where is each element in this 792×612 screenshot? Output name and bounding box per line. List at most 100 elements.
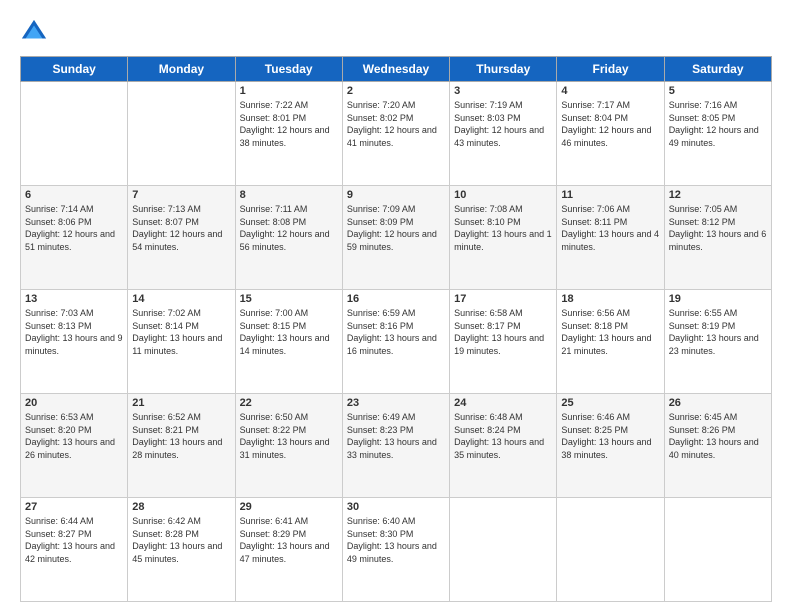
calendar-cell: 20 Sunrise: 6:53 AMSunset: 8:20 PMDayligh…: [21, 394, 128, 498]
day-number: 2: [347, 85, 445, 97]
day-info: Sunrise: 6:50 AMSunset: 8:22 PMDaylight:…: [240, 411, 338, 461]
calendar-cell: [450, 498, 557, 602]
day-info: Sunrise: 6:41 AMSunset: 8:29 PMDaylight:…: [240, 515, 338, 565]
day-info: Sunrise: 7:14 AMSunset: 8:06 PMDaylight:…: [25, 203, 123, 253]
calendar-cell: 21 Sunrise: 6:52 AMSunset: 8:21 PMDayligh…: [128, 394, 235, 498]
day-number: 13: [25, 293, 123, 305]
day-info: Sunrise: 7:16 AMSunset: 8:05 PMDaylight:…: [669, 99, 767, 149]
day-number: 17: [454, 293, 552, 305]
day-info: Sunrise: 7:20 AMSunset: 8:02 PMDaylight:…: [347, 99, 445, 149]
calendar-cell: 11 Sunrise: 7:06 AMSunset: 8:11 PMDayligh…: [557, 186, 664, 290]
day-number: 27: [25, 501, 123, 513]
calendar-cell: 25 Sunrise: 6:46 AMSunset: 8:25 PMDayligh…: [557, 394, 664, 498]
day-info: Sunrise: 6:52 AMSunset: 8:21 PMDaylight:…: [132, 411, 230, 461]
calendar-cell: 23 Sunrise: 6:49 AMSunset: 8:23 PMDayligh…: [342, 394, 449, 498]
day-info: Sunrise: 7:22 AMSunset: 8:01 PMDaylight:…: [240, 99, 338, 149]
calendar-cell: 12 Sunrise: 7:05 AMSunset: 8:12 PMDayligh…: [664, 186, 771, 290]
week-row: 6Sunrise: 7:14 AMSunset: 8:06 PMDaylight…: [21, 186, 772, 290]
page: SundayMondayTuesdayWednesdayThursdayFrid…: [0, 0, 792, 612]
day-header: Tuesday: [235, 57, 342, 82]
day-number: 28: [132, 501, 230, 513]
day-info: Sunrise: 7:03 AMSunset: 8:13 PMDaylight:…: [25, 307, 123, 357]
day-info: Sunrise: 6:56 AMSunset: 8:18 PMDaylight:…: [561, 307, 659, 357]
day-number: 24: [454, 397, 552, 409]
day-number: 25: [561, 397, 659, 409]
week-row: 13 Sunrise: 7:03 AMSunset: 8:13 PMDayligh…: [21, 290, 772, 394]
day-number: 23: [347, 397, 445, 409]
day-info: Sunrise: 7:13 AMSunset: 8:07 PMDaylight:…: [132, 203, 230, 253]
day-header: Saturday: [664, 57, 771, 82]
calendar-cell: [21, 82, 128, 186]
day-info: Sunrise: 7:00 AMSunset: 8:15 PMDaylight:…: [240, 307, 338, 357]
calendar-cell: 7 Sunrise: 7:13 AMSunset: 8:07 PMDaylight…: [128, 186, 235, 290]
day-info: Sunrise: 7:17 AMSunset: 8:04 PMDaylight:…: [561, 99, 659, 149]
calendar-cell: [664, 498, 771, 602]
day-info: Sunrise: 6:42 AMSunset: 8:28 PMDaylight:…: [132, 515, 230, 565]
day-number: 4: [561, 85, 659, 97]
day-number: 26: [669, 397, 767, 409]
calendar-cell: 19Sunrise: 6:55 AMSunset: 8:19 PMDayligh…: [664, 290, 771, 394]
calendar-cell: 15 Sunrise: 7:00 AMSunset: 8:15 PMDayligh…: [235, 290, 342, 394]
day-number: 22: [240, 397, 338, 409]
week-row: 1 Sunrise: 7:22 AMSunset: 8:01 PMDaylight…: [21, 82, 772, 186]
day-info: Sunrise: 6:49 AMSunset: 8:23 PMDaylight:…: [347, 411, 445, 461]
calendar-cell: [128, 82, 235, 186]
calendar-cell: 17 Sunrise: 6:58 AMSunset: 8:17 PMDayligh…: [450, 290, 557, 394]
calendar-cell: 5 Sunrise: 7:16 AMSunset: 8:05 PMDaylight…: [664, 82, 771, 186]
day-info: Sunrise: 7:02 AMSunset: 8:14 PMDaylight:…: [132, 307, 230, 357]
calendar-cell: 4 Sunrise: 7:17 AMSunset: 8:04 PMDaylight…: [557, 82, 664, 186]
day-number: 7: [132, 189, 230, 201]
day-number: 10: [454, 189, 552, 201]
day-number: 29: [240, 501, 338, 513]
day-info: Sunrise: 6:45 AMSunset: 8:26 PMDaylight:…: [669, 411, 767, 461]
calendar-cell: 24 Sunrise: 6:48 AMSunset: 8:24 PMDayligh…: [450, 394, 557, 498]
day-info: Sunrise: 6:58 AMSunset: 8:17 PMDaylight:…: [454, 307, 552, 357]
header-row: SundayMondayTuesdayWednesdayThursdayFrid…: [21, 57, 772, 82]
day-number: 9: [347, 189, 445, 201]
calendar-table: SundayMondayTuesdayWednesdayThursdayFrid…: [20, 56, 772, 602]
day-header: Thursday: [450, 57, 557, 82]
day-number: 15: [240, 293, 338, 305]
calendar-cell: 8 Sunrise: 7:11 AMSunset: 8:08 PMDaylight…: [235, 186, 342, 290]
calendar-cell: 9 Sunrise: 7:09 AMSunset: 8:09 PMDaylight…: [342, 186, 449, 290]
day-info: Sunrise: 6:59 AMSunset: 8:16 PMDaylight:…: [347, 307, 445, 357]
calendar-cell: 13 Sunrise: 7:03 AMSunset: 8:13 PMDayligh…: [21, 290, 128, 394]
day-number: 20: [25, 397, 123, 409]
day-info: Sunrise: 7:09 AMSunset: 8:09 PMDaylight:…: [347, 203, 445, 253]
calendar-cell: 1 Sunrise: 7:22 AMSunset: 8:01 PMDaylight…: [235, 82, 342, 186]
calendar-cell: 2 Sunrise: 7:20 AMSunset: 8:02 PMDaylight…: [342, 82, 449, 186]
calendar-cell: 30 Sunrise: 6:40 AMSunset: 8:30 PMDayligh…: [342, 498, 449, 602]
day-header: Sunday: [21, 57, 128, 82]
day-number: 16: [347, 293, 445, 305]
day-info: Sunrise: 7:06 AMSunset: 8:11 PMDaylight:…: [561, 203, 659, 253]
day-number: 1: [240, 85, 338, 97]
day-header: Friday: [557, 57, 664, 82]
day-info: Sunrise: 6:40 AMSunset: 8:30 PMDaylight:…: [347, 515, 445, 565]
day-number: 21: [132, 397, 230, 409]
day-info: Sunrise: 6:53 AMSunset: 8:20 PMDaylight:…: [25, 411, 123, 461]
day-number: 30: [347, 501, 445, 513]
day-header: Wednesday: [342, 57, 449, 82]
calendar-cell: 28 Sunrise: 6:42 AMSunset: 8:28 PMDayligh…: [128, 498, 235, 602]
day-info: Sunrise: 7:05 AMSunset: 8:12 PMDaylight:…: [669, 203, 767, 253]
day-info: Sunrise: 6:46 AMSunset: 8:25 PMDaylight:…: [561, 411, 659, 461]
day-header: Monday: [128, 57, 235, 82]
day-info: Sunrise: 7:08 AMSunset: 8:10 PMDaylight:…: [454, 203, 552, 253]
calendar-cell: 14 Sunrise: 7:02 AMSunset: 8:14 PMDayligh…: [128, 290, 235, 394]
calendar-cell: [557, 498, 664, 602]
calendar-cell: 6Sunrise: 7:14 AMSunset: 8:06 PMDaylight…: [21, 186, 128, 290]
day-info: Sunrise: 7:11 AMSunset: 8:08 PMDaylight:…: [240, 203, 338, 253]
day-number: 5: [669, 85, 767, 97]
calendar-cell: 29 Sunrise: 6:41 AMSunset: 8:29 PMDayligh…: [235, 498, 342, 602]
day-number: 11: [561, 189, 659, 201]
calendar-cell: 3Sunrise: 7:19 AMSunset: 8:03 PMDaylight…: [450, 82, 557, 186]
calendar-cell: 22 Sunrise: 6:50 AMSunset: 8:22 PMDayligh…: [235, 394, 342, 498]
day-info: Sunrise: 6:48 AMSunset: 8:24 PMDaylight:…: [454, 411, 552, 461]
week-row: 27 Sunrise: 6:44 AMSunset: 8:27 PMDayligh…: [21, 498, 772, 602]
day-number: 14: [132, 293, 230, 305]
day-number: 8: [240, 189, 338, 201]
day-number: 12: [669, 189, 767, 201]
day-info: Sunrise: 7:19 AMSunset: 8:03 PMDaylight:…: [454, 99, 552, 149]
logo: [20, 18, 52, 46]
day-info: Sunrise: 6:44 AMSunset: 8:27 PMDaylight:…: [25, 515, 123, 565]
